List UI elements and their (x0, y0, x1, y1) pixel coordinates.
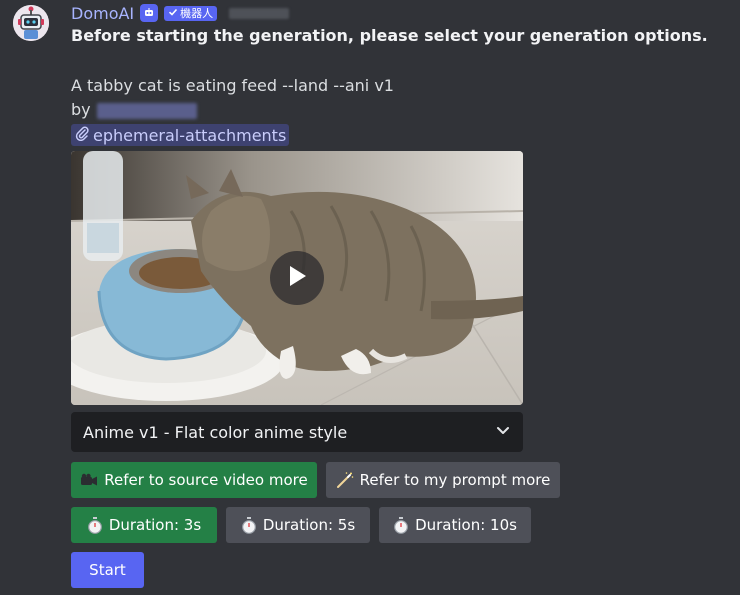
stopwatch-icon (87, 516, 103, 534)
duration-5s-button[interactable]: Duration: 5s (226, 507, 370, 543)
style-select[interactable]: Anime v1 - Flat color anime style (71, 412, 523, 452)
message-header: DomoAI 機器人 (71, 2, 290, 24)
by-label: by (71, 100, 91, 119)
bot-avatar[interactable] (13, 5, 49, 41)
refer-prompt-button[interactable]: Refer to my prompt more (326, 462, 560, 498)
attachment-paperclip-icon (74, 125, 90, 145)
duration-5s-label: Duration: 5s (262, 516, 356, 534)
video-camera-icon (80, 473, 98, 487)
channel-mention[interactable]: ephemeral-attachments (71, 124, 290, 146)
channel-mention-label: ephemeral-attachments (93, 125, 287, 145)
prompt-text: A tabby cat is eating feed --land --ani … (71, 76, 394, 95)
start-label: Start (89, 561, 126, 579)
verified-check-icon (168, 6, 178, 21)
stopwatch-icon (241, 516, 257, 534)
author-name[interactable]: DomoAI (71, 4, 134, 23)
bot-tag: 機器人 (164, 5, 218, 21)
duration-3s-label: Duration: 3s (108, 516, 202, 534)
refer-source-video-label: Refer to source video more (104, 471, 308, 489)
duration-10s-label: Duration: 10s (415, 516, 517, 534)
play-icon (286, 264, 308, 292)
style-select-value: Anime v1 - Flat color anime style (83, 422, 348, 442)
chevron-down-icon (495, 422, 511, 442)
start-button[interactable]: Start (71, 552, 144, 588)
play-button[interactable] (270, 251, 324, 305)
by-line: by (71, 100, 197, 119)
refer-prompt-label: Refer to my prompt more (359, 471, 551, 489)
duration-3s-button[interactable]: Duration: 3s (71, 507, 217, 543)
app-badge-icon (140, 4, 159, 22)
user-mention-redacted[interactable] (96, 102, 197, 119)
duration-10s-button[interactable]: Duration: 10s (379, 507, 531, 543)
bot-tag-label: 機器人 (180, 6, 214, 20)
magic-wand-icon (336, 471, 354, 489)
message-heading: Before starting the generation, please s… (71, 26, 708, 45)
timestamp-redacted (229, 7, 290, 19)
stopwatch-icon (393, 516, 409, 534)
refer-source-video-button[interactable]: Refer to source video more (71, 462, 317, 498)
